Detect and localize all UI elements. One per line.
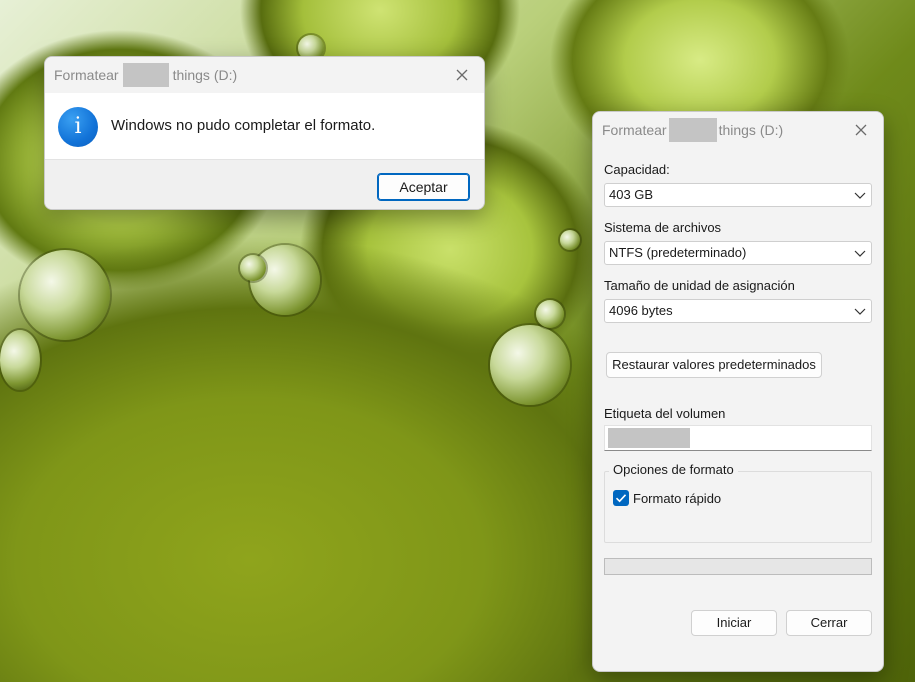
close-button[interactable]: Cerrar xyxy=(786,610,872,636)
chevron-down-icon xyxy=(853,184,867,206)
redacted-drive-name xyxy=(668,118,717,142)
filesystem-dropdown[interactable]: NTFS (predeterminado) xyxy=(604,241,872,265)
quick-format-label[interactable]: Formato rápido xyxy=(633,491,721,506)
redacted-volume-label xyxy=(608,428,690,448)
format-progress-bar xyxy=(604,558,872,575)
quick-format-checkbox[interactable] xyxy=(613,490,629,506)
message-box-footer: Aceptar xyxy=(45,160,484,209)
format-dialog-close-icon[interactable] xyxy=(849,118,873,142)
message-box-close-icon[interactable] xyxy=(450,63,474,87)
format-options-title: Opciones de formato xyxy=(609,462,738,477)
format-dialog-titlebar[interactable]: Formatear things (D:) xyxy=(593,112,883,148)
format-dialog-title-prefix: Formatear xyxy=(602,122,667,138)
filesystem-value: NTFS (predeterminado) xyxy=(609,245,747,260)
format-dialog-title-suffix: things (D:) xyxy=(718,122,784,138)
chevron-down-icon xyxy=(853,242,867,264)
format-options-group xyxy=(604,471,872,543)
message-box-titlebar[interactable]: Formatear things (D:) xyxy=(45,57,484,93)
message-box-window: Formatear things (D:) i Windows no pudo … xyxy=(44,56,485,210)
capacity-dropdown[interactable]: 403 GB xyxy=(604,183,872,207)
chevron-down-icon xyxy=(853,300,867,322)
ok-button[interactable]: Aceptar xyxy=(377,173,470,201)
restore-defaults-button[interactable]: Restaurar valores predeterminados xyxy=(606,352,822,378)
message-box-title-suffix: things (D:) xyxy=(172,67,238,83)
capacity-value: 403 GB xyxy=(609,187,654,202)
volume-label-input[interactable] xyxy=(604,425,872,451)
info-icon: i xyxy=(58,107,98,147)
allocation-size-value: 4096 bytes xyxy=(609,303,673,318)
format-dialog-window: Formatear things (D:) Capacidad: 403 GB … xyxy=(592,111,884,672)
allocation-size-label: Tamaño de unidad de asignación xyxy=(604,278,795,293)
message-text: Windows no pudo completar el formato. xyxy=(111,117,376,134)
volume-label-caption: Etiqueta del volumen xyxy=(604,406,726,421)
capacity-label: Capacidad: xyxy=(604,162,670,177)
start-button[interactable]: Iniciar xyxy=(691,610,777,636)
message-box-body: i Windows no pudo completar el formato. xyxy=(45,93,484,160)
allocation-size-dropdown[interactable]: 4096 bytes xyxy=(604,299,872,323)
redacted-drive-name xyxy=(122,63,169,87)
message-box-title-prefix: Formatear xyxy=(54,67,119,83)
filesystem-label: Sistema de archivos xyxy=(604,220,722,235)
